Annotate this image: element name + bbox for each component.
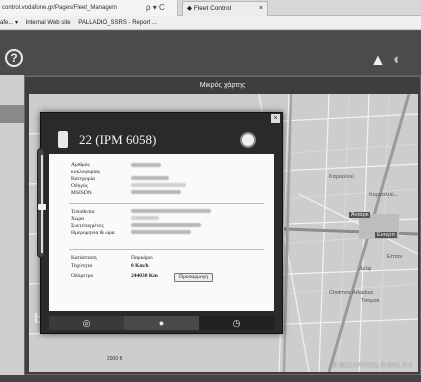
address-text: control.vodafone.gr/Pages/Fleet_Managem xyxy=(2,5,118,11)
bottom-bar xyxy=(0,375,421,382)
map-label: Ευτερπ xyxy=(375,232,398,238)
speed-value: 0 Km/h xyxy=(131,263,149,269)
map-window-title: Μικρός χάρτης xyxy=(199,82,246,89)
tab-fleet-control[interactable]: ◆ Fleet Control × xyxy=(182,1,268,16)
clock-icon: ◷ xyxy=(232,318,241,328)
detail-value-redacted xyxy=(131,163,161,169)
detail-key: Χώρα xyxy=(71,216,85,222)
footer-button-1[interactable]: ◎ xyxy=(49,316,124,330)
footer-button-3[interactable]: ◷ xyxy=(199,316,274,330)
vehicle-name: 22 (IPM 6058) xyxy=(79,132,157,147)
detail-value-redacted xyxy=(131,183,186,189)
popup-footer: ◎ ● ◷ xyxy=(49,316,274,330)
map-label: Καραολού xyxy=(329,174,354,180)
footer-button-2[interactable]: ● xyxy=(124,316,199,330)
divider xyxy=(69,249,264,250)
browser-tabbar: control.vodafone.gr/Pages/Fleet_Managem … xyxy=(0,0,421,16)
phone-icon xyxy=(58,131,68,148)
detail-key: Τοποθεσία xyxy=(71,209,95,215)
map-label: Τσαμακ xyxy=(361,298,380,304)
detail-value-redacted xyxy=(131,176,169,182)
odometer-value: 244030 Km xyxy=(131,273,158,279)
refresh-icon[interactable]: ◐ xyxy=(393,51,402,68)
detail-key: Ημερομηνία & ώρα xyxy=(71,230,115,236)
map-label: Δελφ xyxy=(359,266,372,272)
map-scale-label: 2000 ft xyxy=(107,356,123,362)
detail-value-redacted xyxy=(131,190,181,196)
favorite-item-palladio[interactable]: PALLADIO_SSRS - Report ... xyxy=(78,20,157,26)
address-controls-icon[interactable]: ρ ▾ C xyxy=(146,3,165,12)
detail-value-redacted xyxy=(131,223,201,229)
detail-value-redacted xyxy=(131,216,159,222)
speed-key: Ταχύτητα xyxy=(71,263,93,269)
tab-title: Fleet Control xyxy=(193,5,232,12)
detail-value-redacted xyxy=(131,209,211,215)
map-copyright: © 2012 NAVTEQ, © AND, © 2 xyxy=(332,363,412,369)
adjust-odometer-button[interactable]: Προσαρμογή xyxy=(174,273,214,282)
tab-close-icon[interactable]: × xyxy=(259,2,263,16)
popup-header: 22 (IPM 6058) xyxy=(49,129,274,151)
map-label: Άνταρκ xyxy=(349,212,371,218)
favorites-bar: afe... ▾ Internal Web site PALLADIO_SSRS… xyxy=(0,16,421,30)
warning-icon[interactable]: ▲ xyxy=(370,52,386,70)
vehicle-popup: × 22 (IPM 6058) Αριθμός κυκλοφορίας Κατη… xyxy=(37,112,283,334)
locate-button[interactable] xyxy=(240,132,256,148)
left-panel-band xyxy=(0,105,24,123)
detail-value-redacted xyxy=(131,230,191,236)
favorite-item[interactable]: afe... ▾ xyxy=(0,20,18,26)
status-value: Παρκάρει xyxy=(131,255,153,261)
map-label: Chelmos Arkadias xyxy=(329,290,374,296)
map-label: Επταν xyxy=(387,254,403,260)
detail-key: Οδηγός xyxy=(71,183,88,189)
odometer-key: Οδόμετρο xyxy=(71,273,94,279)
divider xyxy=(69,203,264,204)
status-key: Κατάσταση xyxy=(71,255,97,261)
help-icon[interactable]: ? xyxy=(5,49,23,67)
detail-key: Συντεταγμένες xyxy=(71,223,104,229)
globe-icon: ◎ xyxy=(82,318,91,328)
detail-key: Κατηγορία xyxy=(71,176,96,182)
favorite-item-internal[interactable]: Internal Web site xyxy=(26,20,71,26)
popup-close-icon[interactable]: × xyxy=(271,114,280,123)
zoom-slider-knob[interactable] xyxy=(38,204,46,210)
left-panel xyxy=(0,75,24,375)
app-header xyxy=(0,31,421,75)
dot-icon: ● xyxy=(158,318,165,328)
detail-key: Αριθμός κυκλοφορίας xyxy=(71,162,100,175)
zoom-slider[interactable] xyxy=(37,148,46,258)
map-label: Καραολού... xyxy=(369,192,399,198)
vehicle-details: Αριθμός κυκλοφορίας Κατηγορία Οδηγός MSI… xyxy=(49,154,274,311)
tab-favicon-icon: ◆ xyxy=(187,5,192,12)
detail-key: MSISDN xyxy=(71,190,92,196)
